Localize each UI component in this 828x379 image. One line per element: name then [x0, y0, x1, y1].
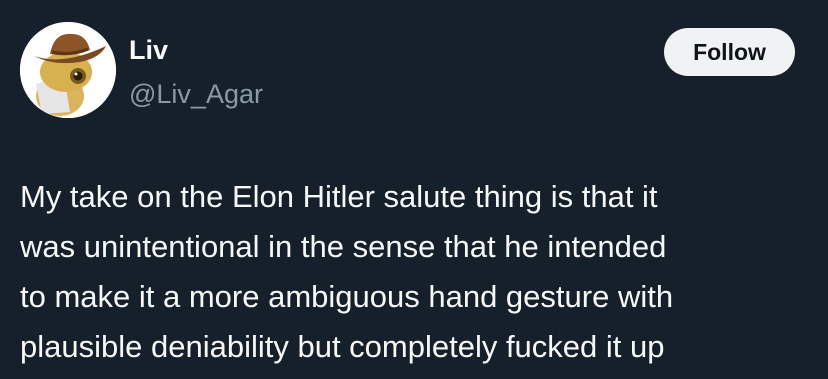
tweet-text-line: was unintentional in the sense that he i…	[20, 229, 667, 264]
tweet-text-line: plausible deniability but completely fuc…	[20, 329, 665, 364]
tweet-text-line: to make it a more ambiguous hand gesture…	[20, 279, 674, 314]
avatar[interactable]	[20, 22, 116, 118]
tweet-text: My take on the Elon Hitler salute thing …	[20, 172, 810, 372]
cowboy-hat-frog-avatar-icon	[20, 22, 116, 118]
display-name[interactable]: Liv	[129, 34, 168, 66]
follow-button[interactable]: Follow	[664, 28, 795, 76]
tweet-card: Liv @Liv_Agar Follow My take on the Elon…	[0, 0, 828, 379]
user-handle[interactable]: @Liv_Agar	[129, 78, 263, 110]
tweet-text-line: My take on the Elon Hitler salute thing …	[20, 179, 658, 214]
